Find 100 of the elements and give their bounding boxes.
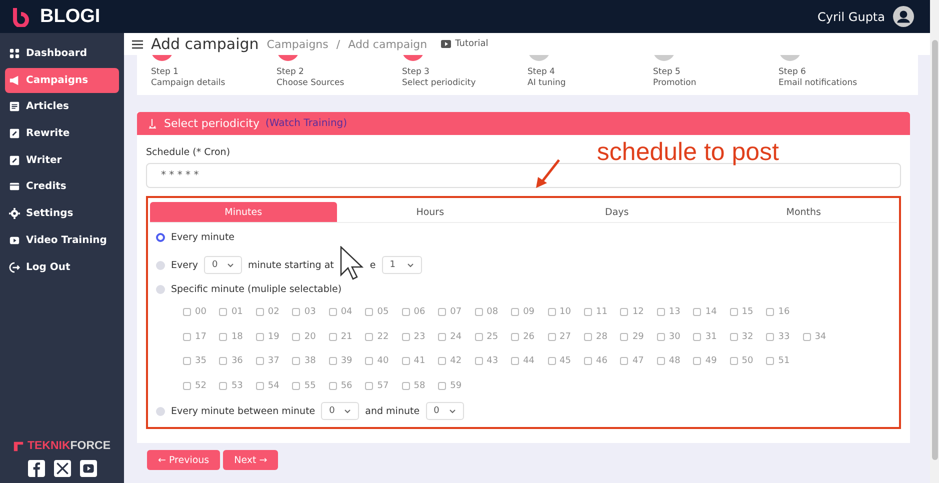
step-number: Step 3 bbox=[402, 67, 430, 78]
minute-checkbox[interactable]: 18 bbox=[219, 332, 243, 342]
minute-checkbox[interactable]: 09 bbox=[511, 307, 535, 318]
minute-checkbox[interactable]: 39 bbox=[328, 356, 352, 366]
minute-checkbox[interactable]: 44 bbox=[511, 356, 535, 366]
sidebar-item[interactable]: Video Training bbox=[5, 228, 119, 253]
minute-checkbox[interactable]: 31 bbox=[693, 332, 717, 342]
option-label: Specific minute (muliple selectable) bbox=[171, 284, 342, 294]
minute-checkbox[interactable]: 11 bbox=[584, 307, 608, 318]
minute-checkbox[interactable]: 52 bbox=[183, 380, 206, 391]
minute-checkbox[interactable]: 48 bbox=[656, 356, 680, 366]
minute-checkbox[interactable]: 08 bbox=[474, 307, 498, 318]
minute-checkbox[interactable]: 57 bbox=[365, 380, 389, 391]
minute-checkbox[interactable]: 12 bbox=[620, 307, 644, 318]
breadcrumb-link[interactable]: Campaigns bbox=[266, 38, 328, 50]
minute-checkbox[interactable]: 15 bbox=[730, 307, 754, 318]
minute-checkbox[interactable]: 24 bbox=[438, 332, 462, 342]
minute-checkbox[interactable]: 40 bbox=[365, 356, 389, 366]
minute-checkbox[interactable]: 19 bbox=[256, 332, 280, 342]
to-minute-dropdown[interactable]: 0 bbox=[426, 402, 464, 420]
step-number: Step 1 bbox=[151, 67, 180, 78]
minute-checkbox[interactable]: 03 bbox=[292, 307, 316, 318]
minute-checkbox[interactable]: 21 bbox=[328, 332, 352, 342]
minute-checkbox[interactable]: 34 bbox=[802, 332, 826, 342]
previous-button[interactable]: ← Previous bbox=[147, 450, 220, 470]
sidebar-item[interactable]: Settings bbox=[5, 201, 119, 226]
minute-checkbox[interactable]: 26 bbox=[511, 332, 535, 342]
brand-logo-text: TEKNIKFORCE bbox=[27, 440, 111, 452]
minute-checkbox[interactable]: 50 bbox=[730, 356, 754, 366]
minute-checkbox[interactable]: 58 bbox=[402, 380, 426, 391]
tutorial-link[interactable]: Tutorial bbox=[441, 39, 488, 49]
minute-checkbox[interactable]: 55 bbox=[292, 380, 316, 391]
minute-checkbox[interactable]: 32 bbox=[730, 332, 754, 342]
minute-checkbox[interactable]: 54 bbox=[256, 380, 280, 391]
minute-checkbox[interactable]: 43 bbox=[474, 356, 498, 366]
minute-checkbox[interactable]: 14 bbox=[693, 307, 717, 318]
step-number: Step 4 bbox=[528, 67, 556, 78]
step-label: Select periodicity bbox=[402, 78, 477, 89]
step-label: Promotion bbox=[653, 78, 698, 89]
minute-checkbox[interactable]: 51 bbox=[766, 356, 790, 366]
step-label: Choose Sources bbox=[276, 78, 346, 89]
minute-checkbox[interactable]: 37 bbox=[256, 356, 280, 366]
minute-dropdown[interactable]: 0 bbox=[204, 256, 242, 274]
step-label: AI tuning bbox=[528, 78, 567, 89]
sidebar-item[interactable]: Credits bbox=[5, 174, 119, 200]
sidebar-item[interactable]: Writer bbox=[5, 148, 119, 173]
minute-checkbox[interactable]: 28 bbox=[584, 332, 608, 342]
minute-checkbox[interactable]: 33 bbox=[766, 332, 790, 342]
minute-checkbox[interactable]: 05 bbox=[365, 307, 389, 318]
from-minute-dropdown[interactable]: 0 bbox=[321, 402, 360, 420]
minute-checkbox[interactable]: 59 bbox=[438, 380, 462, 391]
start-dropdown[interactable]: 1 bbox=[382, 256, 422, 274]
sidebar-item[interactable]: Dashboard bbox=[5, 41, 119, 66]
minute-checkbox[interactable]: 00 bbox=[183, 307, 206, 318]
minute-checkbox[interactable]: 13 bbox=[656, 307, 680, 318]
brand-name: BLOGI bbox=[40, 6, 100, 28]
option-label: minute starting at bbox=[248, 260, 334, 270]
minute-checkbox[interactable]: 38 bbox=[292, 356, 316, 366]
minute-checkbox[interactable]: 27 bbox=[548, 332, 571, 342]
minute-checkbox[interactable]: 42 bbox=[438, 356, 462, 366]
minute-checkbox[interactable]: 04 bbox=[328, 307, 352, 318]
minute-checkbox[interactable]: 30 bbox=[656, 332, 680, 342]
minute-checkbox[interactable]: 02 bbox=[256, 307, 280, 318]
option-label: Every bbox=[171, 260, 198, 270]
minute-checkbox[interactable]: 22 bbox=[365, 332, 389, 342]
minute-checkbox[interactable]: 06 bbox=[402, 307, 426, 318]
minute-checkbox[interactable]: 49 bbox=[693, 356, 717, 366]
user-name: Cyril Gupta bbox=[818, 10, 885, 24]
annotation-text: schedule to post bbox=[596, 138, 779, 166]
option-label: Every minute between minute bbox=[171, 406, 316, 416]
sidebar-item[interactable]: Log Out bbox=[5, 254, 119, 280]
minute-checkbox[interactable]: 25 bbox=[474, 332, 498, 342]
sidebar-item[interactable]: Campaigns bbox=[5, 68, 119, 93]
minute-checkbox[interactable]: 17 bbox=[183, 332, 206, 342]
minute-checkbox[interactable]: 46 bbox=[584, 356, 608, 366]
breadcrumb-link[interactable]: Add campaign bbox=[348, 38, 428, 50]
minute-checkbox[interactable]: 20 bbox=[292, 332, 316, 342]
minute-checkbox[interactable]: 47 bbox=[620, 356, 644, 366]
breadcrumb-separator: / bbox=[336, 38, 340, 50]
tab[interactable]: Minutes bbox=[150, 202, 337, 223]
minute-checkbox[interactable]: 23 bbox=[402, 332, 426, 342]
watch-training-link[interactable]: (Watch Training) bbox=[265, 118, 348, 129]
minute-checkbox[interactable]: 41 bbox=[402, 356, 426, 366]
page-title: Add campaign bbox=[151, 35, 259, 53]
minute-checkbox[interactable]: 16 bbox=[766, 307, 790, 318]
option-label: Every minute bbox=[171, 232, 235, 243]
minute-checkbox[interactable]: 35 bbox=[183, 356, 206, 366]
sidebar-item[interactable]: Articles bbox=[5, 94, 119, 120]
minute-checkbox[interactable]: 29 bbox=[620, 332, 644, 342]
minute-checkbox[interactable]: 36 bbox=[219, 356, 243, 366]
minute-checkbox[interactable]: 56 bbox=[328, 380, 352, 391]
option-label: and minute bbox=[365, 406, 420, 416]
step-label: Campaign details bbox=[151, 78, 226, 89]
minute-checkbox[interactable]: 10 bbox=[548, 307, 571, 318]
minute-checkbox[interactable]: 53 bbox=[219, 380, 243, 391]
minute-checkbox[interactable]: 01 bbox=[219, 307, 243, 318]
sidebar-item[interactable]: Rewrite bbox=[5, 121, 119, 146]
minute-checkbox[interactable]: 45 bbox=[548, 356, 571, 366]
next-button[interactable]: Next → bbox=[223, 450, 278, 470]
minute-checkbox[interactable]: 07 bbox=[438, 307, 462, 318]
